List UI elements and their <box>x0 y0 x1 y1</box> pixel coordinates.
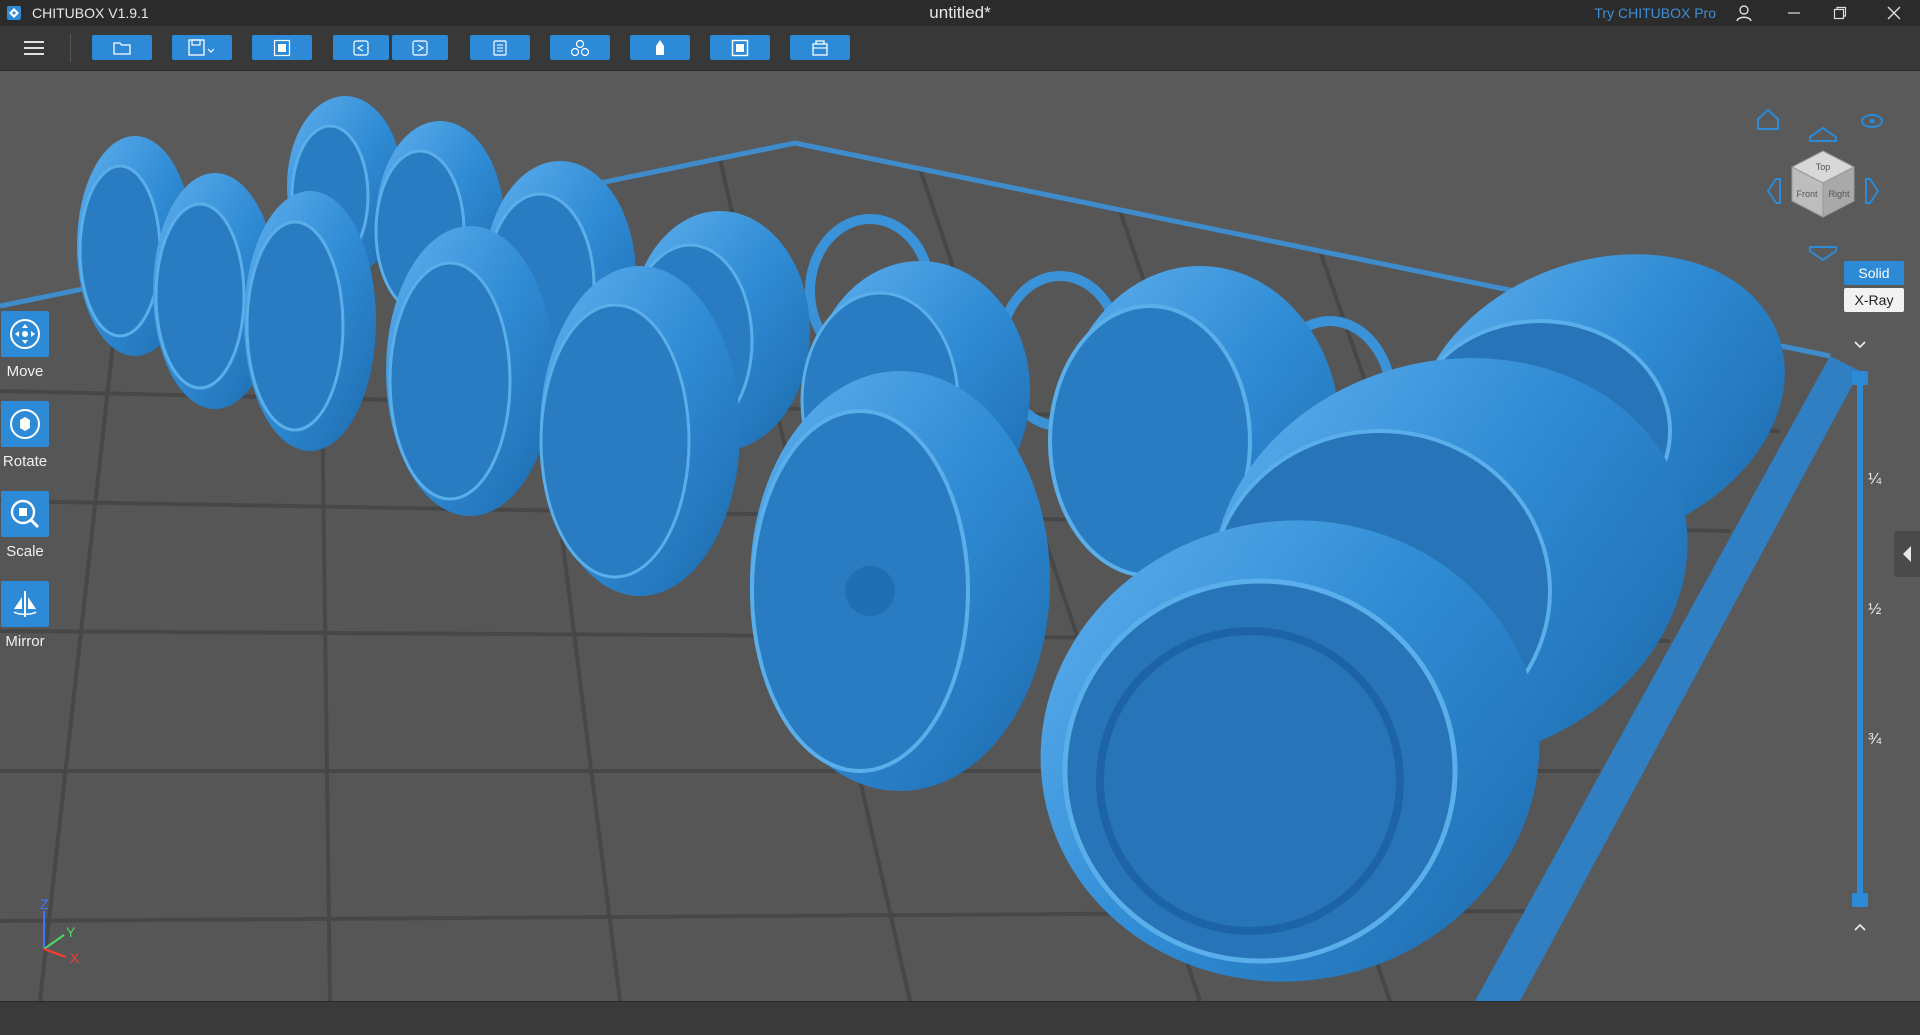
cube-right-face[interactable]: Right <box>1828 189 1850 199</box>
slice-button[interactable] <box>790 35 850 60</box>
rotate-tool-label: Rotate <box>2 453 48 470</box>
axis-y-label: Y <box>66 924 76 940</box>
redo-button[interactable] <box>392 35 448 60</box>
chevron-left-icon <box>1903 546 1911 562</box>
right-panel-toggle[interactable] <box>1894 531 1920 577</box>
move-icon <box>10 319 40 349</box>
axis-x-label: X <box>70 950 80 965</box>
app-name: CHITUBOX V1.9.1 <box>32 5 149 21</box>
eye-view-icon[interactable] <box>1861 114 1883 128</box>
close-icon <box>1887 6 1901 20</box>
print-plate-scene[interactable] <box>0 71 1920 1001</box>
restore-button[interactable] <box>1818 0 1862 26</box>
rotate-icon <box>10 409 40 439</box>
minimize-icon <box>1788 12 1800 14</box>
multi-model-button[interactable] <box>550 35 610 60</box>
move-tool-button[interactable] <box>1 311 49 357</box>
slider-quarter-label: ¼ <box>1868 471 1882 488</box>
slider-half-label: ½ <box>1868 601 1882 618</box>
toolbar-separator <box>70 34 71 62</box>
minimize-button[interactable] <box>1772 0 1816 26</box>
view-down-arrow-icon[interactable] <box>1809 246 1837 262</box>
mirror-tool-label: Mirror <box>5 633 45 650</box>
mirror-tool-button[interactable] <box>1 581 49 627</box>
wheel-model[interactable] <box>750 371 1050 791</box>
slider-three-quarter-label: ¾ <box>1868 731 1882 748</box>
xray-mode-button[interactable]: X-Ray <box>1844 288 1904 312</box>
view-navigation-cube[interactable]: Top Front Right <box>1748 101 1898 281</box>
rotate-tool-button[interactable] <box>1 401 49 447</box>
wheel-model[interactable] <box>539 266 740 596</box>
hollow-icon <box>731 39 749 56</box>
layer-slider-lower-handle[interactable] <box>1852 893 1868 907</box>
save-button[interactable] <box>172 35 232 60</box>
wheel-model[interactable] <box>244 191 376 451</box>
move-tool-label: Move <box>6 363 44 380</box>
solid-mode-button[interactable]: Solid <box>1844 261 1904 285</box>
support-button[interactable] <box>630 35 690 60</box>
scale-tool-button[interactable] <box>1 491 49 537</box>
scale-tool-label: Scale <box>6 543 44 560</box>
wheel-model[interactable] <box>386 226 554 516</box>
chitubox-logo-icon <box>7 6 21 20</box>
hollow-button[interactable] <box>710 35 770 60</box>
slider-collapse-chevron-icon[interactable] <box>1852 339 1868 351</box>
move-tool[interactable]: Move <box>0 311 50 380</box>
restore-icon <box>1833 6 1847 20</box>
view-up-arrow-icon[interactable] <box>1809 126 1837 142</box>
view-cube[interactable]: Top Front Right <box>1790 150 1856 218</box>
layer-slider-track[interactable] <box>1857 371 1863 907</box>
hamburger-menu-icon[interactable] <box>20 36 48 60</box>
redo-icon <box>412 39 428 56</box>
mirror-icon <box>13 591 37 617</box>
3d-viewport[interactable]: Move Rotate Scale Mirror Top Front Right… <box>0 71 1920 1001</box>
axis-z-label: Z <box>40 897 49 912</box>
support-icon <box>656 39 664 55</box>
scale-tool[interactable]: Scale <box>0 491 50 560</box>
save-icon <box>188 38 215 56</box>
view-left-arrow-icon[interactable] <box>1766 178 1781 204</box>
layout-icon <box>273 39 291 56</box>
settings-icon <box>493 39 507 56</box>
folder-icon <box>113 41 131 55</box>
status-bar <box>0 1001 1920 1035</box>
title-bar: CHITUBOX V1.9.1 untitled* Try CHITUBOX P… <box>0 0 1920 26</box>
auto-layout-button[interactable] <box>252 35 312 60</box>
undo-icon <box>353 39 369 56</box>
try-pro-link[interactable]: Try CHITUBOX Pro <box>1594 5 1716 21</box>
home-view-icon[interactable] <box>1757 108 1779 130</box>
rotate-tool[interactable]: Rotate <box>0 401 50 470</box>
mirror-tool[interactable]: Mirror <box>0 581 50 650</box>
main-toolbar <box>0 26 1920 71</box>
cube-top-face[interactable]: Top <box>1816 162 1831 172</box>
layer-slider-upper-handle[interactable] <box>1852 371 1868 385</box>
undo-button[interactable] <box>333 35 389 60</box>
close-button[interactable] <box>1872 0 1916 26</box>
open-file-button[interactable] <box>92 35 152 60</box>
settings-button[interactable] <box>470 35 530 60</box>
view-right-arrow-icon[interactable] <box>1865 178 1880 204</box>
slider-expand-chevron-icon[interactable] <box>1852 921 1868 933</box>
models-icon <box>570 39 590 56</box>
scale-icon <box>10 499 40 529</box>
axis-indicator: Z Y X <box>40 897 80 965</box>
slice-icon <box>812 39 828 56</box>
cube-front-face[interactable]: Front <box>1796 189 1818 199</box>
user-account-icon[interactable] <box>1734 3 1754 23</box>
